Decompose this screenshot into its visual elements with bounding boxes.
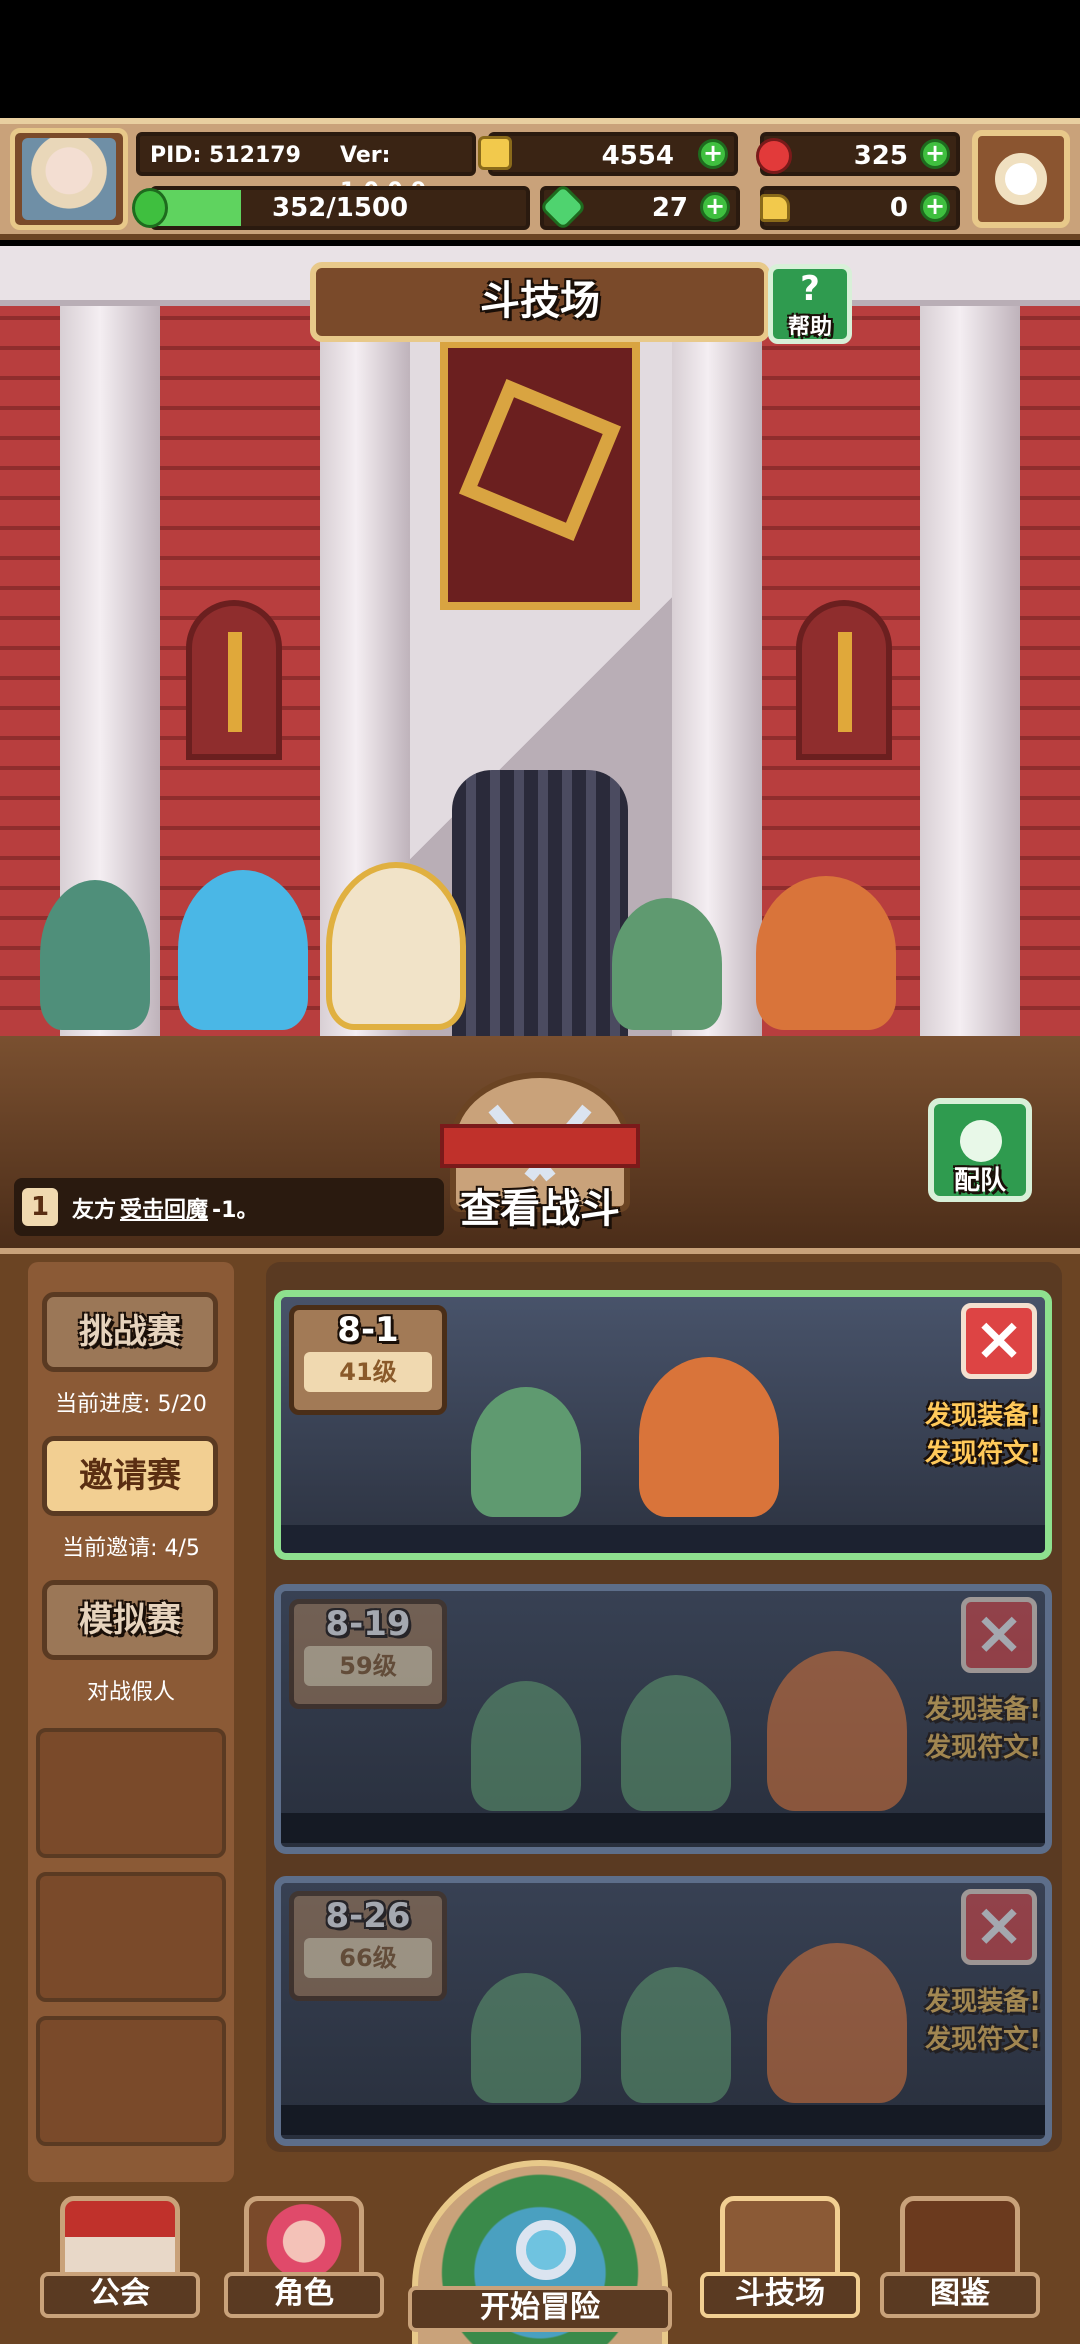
nav-codex-label: 图鉴 xyxy=(880,2272,1040,2318)
clovers-plus-button[interactable]: + xyxy=(700,192,730,222)
nav-character-label: 角色 xyxy=(224,2272,384,2318)
stage-name: 8-19 xyxy=(325,1604,411,1644)
key-icon xyxy=(760,194,790,222)
find-equipment: 发现装备! xyxy=(925,1401,1041,1431)
page-title: 斗技场 xyxy=(480,278,600,324)
nav-codex[interactable]: 图鉴 xyxy=(880,2196,1040,2326)
enemy-character xyxy=(471,1387,581,1517)
energy-icon xyxy=(132,188,168,228)
keys-bar: 0 + xyxy=(760,186,960,230)
empty-mode-slot xyxy=(36,1728,226,1858)
stage-name: 8-26 xyxy=(325,1896,411,1936)
nav-guild[interactable]: 公会 xyxy=(40,2196,200,2326)
buff-badge: 1 xyxy=(22,1188,58,1226)
keys-value: 0 xyxy=(889,193,908,223)
ally-character xyxy=(326,862,466,1030)
close-icon[interactable]: × xyxy=(961,1303,1037,1379)
energy-text: 352/1500 xyxy=(272,193,409,223)
help-label: 帮助 xyxy=(787,315,832,340)
coins-bar: 4554 + xyxy=(488,132,738,176)
nav-guild-label: 公会 xyxy=(40,2272,200,2318)
gear-icon[interactable] xyxy=(995,153,1047,205)
tab-challenge[interactable]: 挑战赛 xyxy=(42,1292,218,1372)
invitational-progress: 当前邀请: 4/5 xyxy=(62,1536,200,1561)
buff-prefix: 友方 xyxy=(72,1198,117,1223)
challenge-progress: 当前进度: 5/20 xyxy=(55,1392,207,1417)
emblem-icon xyxy=(458,378,622,542)
buff-keyword[interactable]: 受击回魔 xyxy=(120,1192,208,1224)
buff-line: 1 友方 受击回魔 -1。 xyxy=(14,1178,444,1236)
empty-mode-slot xyxy=(36,2016,226,2146)
enemy-character xyxy=(621,1967,731,2103)
stage-level: 41级 xyxy=(304,1352,432,1392)
coins-plus-button[interactable]: + xyxy=(698,139,728,169)
card-floor-strip xyxy=(281,1525,1045,1553)
stage-level: 66级 xyxy=(304,1938,432,1978)
ally-character xyxy=(178,870,308,1030)
avatar[interactable] xyxy=(22,138,116,220)
buff-suffix: -1。 xyxy=(212,1198,259,1223)
battle-card[interactable]: 8-19 59级 × 发现装备! 发现符文! xyxy=(274,1584,1052,1854)
ally-character xyxy=(40,880,150,1030)
simulation-desc: 对战假人 xyxy=(86,1680,175,1705)
enemy-character xyxy=(756,876,896,1030)
sword-niche xyxy=(796,600,892,760)
close-icon[interactable]: × xyxy=(961,1889,1037,1965)
nav-arena[interactable]: 斗技场 xyxy=(700,2196,860,2326)
arena-banner xyxy=(440,340,640,610)
gem-icon xyxy=(756,138,792,174)
nav-character[interactable]: 角色 xyxy=(224,2196,384,2326)
enemy-character xyxy=(612,898,722,1030)
view-battle-ribbon xyxy=(440,1124,640,1168)
battle-card[interactable]: 8-26 66级 × 发现装备! 发现符文! xyxy=(274,1876,1052,2146)
arena-gate xyxy=(452,770,628,1040)
card-floor-strip xyxy=(281,1813,1045,1843)
stage-level: 59级 xyxy=(304,1646,432,1686)
magnifier-icon xyxy=(516,2220,576,2280)
energy-bar: 352/1500 xyxy=(150,186,530,230)
pid-text: PID: 512179 xyxy=(150,143,301,168)
tab-simulation[interactable]: 模拟赛 xyxy=(42,1580,218,1660)
enemy-character xyxy=(471,1973,581,2103)
help-button[interactable]: ? 帮助 xyxy=(768,264,852,344)
pid-version-bar: PID: 512179 Ver: 1.0.0.9 xyxy=(136,132,476,204)
stage-plate: 8-19 59级 xyxy=(289,1599,447,1709)
gems-plus-button[interactable]: + xyxy=(920,139,950,169)
nav-start-label[interactable]: 开始冒险 xyxy=(408,2286,672,2332)
stage-plate: 8-1 41级 xyxy=(289,1305,447,1415)
find-equipment: 发现装备! xyxy=(925,1695,1041,1725)
sword-icon xyxy=(838,632,852,732)
coins-value: 4554 xyxy=(601,141,674,171)
find-rune: 发现符文! xyxy=(925,1439,1041,1469)
stage-name: 8-1 xyxy=(337,1310,399,1350)
title-plate: 斗技场 xyxy=(310,262,770,342)
find-rune: 发现符文! xyxy=(925,2025,1041,2055)
battle-card[interactable]: 8-1 41级 × 发现装备! 发现符文! xyxy=(274,1290,1052,1560)
nav-arena-label: 斗技场 xyxy=(700,2272,860,2318)
clovers-value: 27 xyxy=(651,193,688,223)
view-battle-label[interactable]: 查看战斗 xyxy=(420,1176,660,1234)
coin-icon xyxy=(478,136,512,170)
enemy-character xyxy=(471,1681,581,1811)
close-icon[interactable]: × xyxy=(961,1597,1037,1673)
find-equipment: 发现装备! xyxy=(925,1987,1041,2017)
empty-mode-slot xyxy=(36,1872,226,2002)
keys-plus-button[interactable]: + xyxy=(920,192,950,222)
gems-value: 325 xyxy=(853,141,908,171)
enemy-character xyxy=(621,1675,731,1811)
card-floor-strip xyxy=(281,2105,1045,2135)
team-icon xyxy=(960,1120,1002,1162)
find-rune: 发现符文! xyxy=(925,1733,1041,1763)
team-button[interactable]: 配队 xyxy=(928,1098,1032,1202)
sword-niche xyxy=(186,600,282,760)
question-icon: ? xyxy=(800,269,820,309)
enemy-character xyxy=(639,1357,779,1517)
column xyxy=(920,306,1020,1036)
sword-icon xyxy=(228,632,242,732)
tab-invitational[interactable]: 邀请赛 xyxy=(42,1436,218,1516)
stage-plate: 8-26 66级 xyxy=(289,1891,447,2001)
team-label: 配队 xyxy=(953,1166,1006,1196)
